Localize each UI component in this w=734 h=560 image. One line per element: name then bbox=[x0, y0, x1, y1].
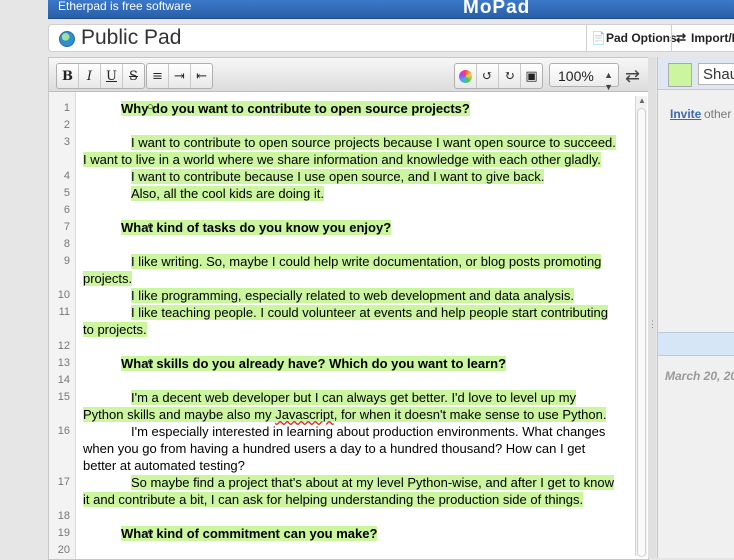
username-field[interactable]: Shau bbox=[698, 63, 734, 85]
pad-line: I'm especially interested in learning ab… bbox=[131, 424, 606, 439]
saved-revision-date: March 20, 20 bbox=[665, 369, 734, 383]
scrollbar-thumb[interactable] bbox=[637, 108, 646, 557]
pad-title[interactable]: Public Pad bbox=[81, 26, 181, 50]
bold-button[interactable]: B bbox=[57, 64, 79, 88]
misspelled-word: Javascript bbox=[275, 407, 334, 422]
user-color-swatch[interactable] bbox=[668, 63, 692, 87]
pad-titlebar: Public Pad 📄Pad Options ⇄Import/Ex bbox=[48, 24, 734, 52]
pad-line: Python skills and maybe also my Javascri… bbox=[83, 407, 607, 422]
pad-line: projects. bbox=[83, 271, 133, 286]
line-number-gutter: 1 2 3 4 5 6 7 8 9 10 11 12 13 14 15 16 1… bbox=[49, 92, 76, 559]
user-header: Shau bbox=[658, 57, 734, 90]
users-sidebar: Shau Invite other March 20, 20 bbox=[657, 57, 734, 558]
pad-line: I'm a decent web developer but I can alw… bbox=[131, 390, 577, 405]
document-icon: 📄 bbox=[591, 31, 606, 45]
pad-line: it and contribute a bit, I can ask for h… bbox=[83, 492, 584, 507]
pad-line: I want to contribute because I use open … bbox=[131, 169, 545, 184]
import-export-button[interactable]: ⇄Import/Ex bbox=[671, 25, 734, 51]
tagline: Etherpad is free software bbox=[58, 0, 192, 13]
globe-icon bbox=[59, 31, 75, 47]
scroll-up-icon[interactable]: ▲ bbox=[638, 96, 646, 105]
pad-line: What kind of commitment can you make? bbox=[121, 524, 648, 542]
history-group: ↺ ↻ ▣ bbox=[454, 63, 543, 89]
save-revision-icon[interactable]: ▣ bbox=[521, 64, 542, 88]
strikethrough-button[interactable]: S bbox=[123, 64, 144, 88]
brand-logo[interactable]: MoPad bbox=[463, 0, 530, 19]
pad-line: when you go from having a hundred users … bbox=[83, 441, 586, 456]
zoom-stepper-icon: ▲ ▼ bbox=[604, 70, 613, 92]
pad-line: So maybe find a project that's about at … bbox=[131, 475, 615, 490]
pad-line: I want to contribute to open source proj… bbox=[131, 135, 616, 150]
redo-icon[interactable]: ↻ bbox=[499, 64, 521, 88]
underline-button[interactable]: U bbox=[101, 64, 123, 88]
outdent-icon[interactable]: ⇤ bbox=[191, 64, 212, 88]
grip-icon: ⋮ bbox=[648, 319, 657, 329]
undo-icon[interactable]: ↺ bbox=[477, 64, 499, 88]
sidebar-resizer[interactable]: ⋮ bbox=[648, 57, 657, 558]
swap-arrows-icon: ⇄ bbox=[676, 31, 687, 45]
indent-icon[interactable]: ⇥ bbox=[169, 64, 191, 88]
format-group: B I U S bbox=[56, 63, 145, 89]
list-group: ≡ ⇥ ⇤ bbox=[146, 63, 213, 89]
vertical-scrollbar[interactable]: ▲ bbox=[635, 96, 647, 557]
invite-link[interactable]: Invite bbox=[670, 107, 701, 121]
toggle-sidebar-icon[interactable]: ⇄ bbox=[625, 66, 640, 87]
pad-content[interactable]: 1 2 3 4 5 6 7 8 9 10 11 12 13 14 15 16 1… bbox=[49, 92, 648, 559]
pad-line: What skills do you already have? Which d… bbox=[121, 354, 648, 372]
zoom-select[interactable]: 100% ▲ ▼ bbox=[549, 63, 619, 92]
pad-line: Also, all the cool kids are doing it. bbox=[131, 186, 324, 201]
chat-header bbox=[658, 332, 734, 356]
editor-toolbar: B I U S ≡ ⇥ ⇤ ↺ ↻ ▣ 100% ▲ ▼ ⇄ bbox=[49, 58, 648, 92]
pad-line: I like writing. So, maybe I could help w… bbox=[131, 254, 602, 269]
top-banner: Etherpad is free software MoPad bbox=[48, 0, 734, 19]
pad-line: I like teaching people. I could voluntee… bbox=[131, 305, 608, 320]
italic-button[interactable]: I bbox=[79, 64, 101, 88]
editor-panel: B I U S ≡ ⇥ ⇤ ↺ ↻ ▣ 100% ▲▼ ⇄ 1 2 3 4 5 bbox=[48, 57, 649, 560]
color-wheel-icon[interactable] bbox=[455, 64, 477, 88]
invite-text: other bbox=[704, 107, 732, 121]
pad-line: I want to live in a world where we share… bbox=[83, 152, 601, 167]
pad-line: Why do you want to contribute to open so… bbox=[121, 99, 648, 117]
pad-line: better at automated testing? bbox=[83, 458, 245, 473]
pad-line: to projects. bbox=[83, 322, 147, 337]
pad-line: I like programming, especially related t… bbox=[131, 288, 574, 303]
bullet-list-icon[interactable]: ≡ bbox=[147, 64, 169, 88]
pad-line: What kind of tasks do you know you enjoy… bbox=[121, 218, 648, 236]
pad-options-button[interactable]: 📄Pad Options bbox=[586, 25, 677, 51]
